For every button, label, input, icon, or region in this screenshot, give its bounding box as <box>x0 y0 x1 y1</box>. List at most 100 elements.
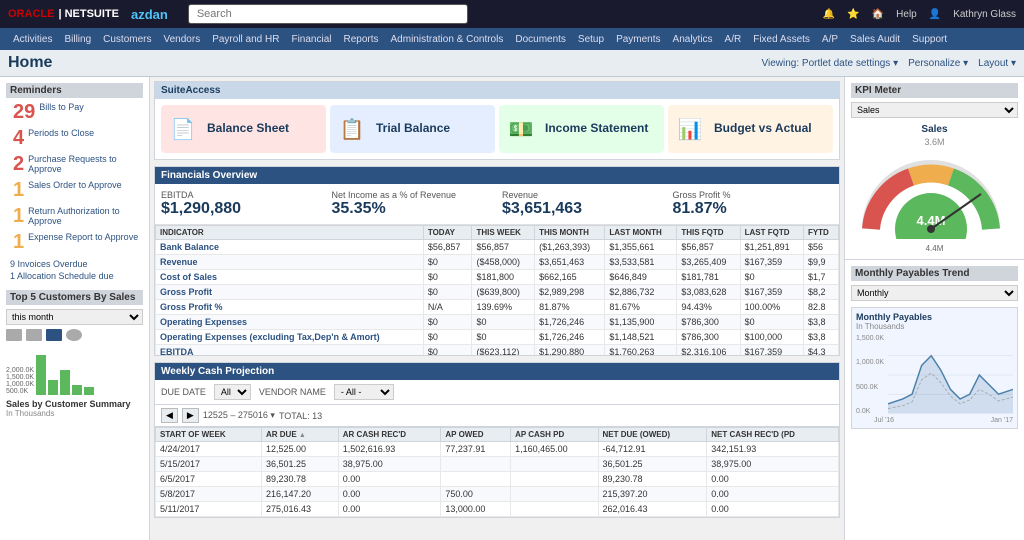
center-area: SuiteAccess 📄 Balance Sheet 📋 Trial Bala… <box>150 77 844 540</box>
table-cell: $0 <box>423 345 472 356</box>
reminder-periods-number: 4 <box>13 128 24 148</box>
oracle-logo: ORACLE <box>8 8 54 20</box>
reminder-bills-label[interactable]: Bills to Pay <box>39 102 143 112</box>
reminder-return-label[interactable]: Return Authorization to Approve <box>28 206 143 226</box>
allocation-due[interactable]: 1 Allocation Schedule due <box>6 270 143 282</box>
viewing-portlet[interactable]: Viewing: Portlet date settings ▾ <box>762 58 899 69</box>
table-cell: $786,300 <box>677 330 740 345</box>
right-panel: KPI Meter Sales Sales 3.6M 4.4M <box>844 77 1024 540</box>
nav-ar[interactable]: A/R <box>720 32 747 47</box>
line-chart-icon[interactable] <box>6 329 22 341</box>
nav-support[interactable]: Support <box>907 32 952 47</box>
table-cell: 36,501.25 <box>262 457 339 472</box>
table-cell: $4,3 <box>803 345 838 356</box>
table-row: Operating Expenses (excluding Tax,Dep'n … <box>156 330 839 345</box>
table-cell: 216,147.20 <box>262 487 339 502</box>
table-cell: $1,290,880 <box>535 345 605 356</box>
income-statement-label: Income Statement <box>545 121 648 137</box>
nav-billing[interactable]: Billing <box>59 32 96 47</box>
th-indicator: INDICATOR <box>156 226 424 240</box>
prev-btn[interactable]: ◀ <box>161 408 178 423</box>
reminder-purchase-label[interactable]: Purchase Requests to Approve <box>28 154 143 174</box>
top5-title: Top 5 Customers By Sales <box>6 290 143 305</box>
table-cell: $0 <box>423 255 472 270</box>
reminder-expense-label[interactable]: Expense Report to Approve <box>28 232 143 242</box>
nav-analytics[interactable]: Analytics <box>668 32 718 47</box>
home-icon[interactable]: 🏠 <box>872 9 884 20</box>
income-statement-card[interactable]: 💵 Income Statement <box>499 105 664 153</box>
star-icon[interactable]: ⭐ <box>847 9 859 20</box>
reminder-sales: 1 Sales Order to Approve <box>6 180 143 200</box>
trial-balance-card[interactable]: 📋 Trial Balance <box>330 105 495 153</box>
reminder-periods: 4 Periods to Close <box>6 128 143 148</box>
payables-section: Monthly Payables Trend Monthly Monthly P… <box>845 260 1024 435</box>
search-input[interactable] <box>188 4 468 24</box>
nav-admin[interactable]: Administration & Controls <box>386 32 509 47</box>
nav-vendors[interactable]: Vendors <box>159 32 206 47</box>
area-chart-icon[interactable] <box>26 329 42 341</box>
reminders-title: Reminders <box>6 83 143 98</box>
suite-access-body: 📄 Balance Sheet 📋 Trial Balance 💵 Income… <box>155 99 839 159</box>
table-cell <box>441 472 511 487</box>
kpi-revenue-label: Revenue <box>502 190 663 200</box>
chart-sub: In Thousands <box>6 409 143 418</box>
layout-btn[interactable]: Layout ▾ <box>978 58 1016 69</box>
nav-setup[interactable]: Setup <box>573 32 609 47</box>
help-icon[interactable]: 🔔 <box>823 9 835 20</box>
table-cell: 750.00 <box>441 487 511 502</box>
nav-sales-audit[interactable]: Sales Audit <box>845 32 905 47</box>
vendor-name-select[interactable]: - All - <box>334 384 394 400</box>
nav-payments[interactable]: Payments <box>611 32 665 47</box>
table-cell: Gross Profit <box>156 285 424 300</box>
nav-payroll[interactable]: Payroll and HR <box>207 32 284 47</box>
table-cell: $2,886,732 <box>605 285 677 300</box>
nav-customers[interactable]: Customers <box>98 32 156 47</box>
gauge-label: Sales <box>851 124 1018 135</box>
wc-table: START OF WEEK AR DUE ▲ AR CASH REC'D AP … <box>155 427 839 517</box>
reminder-periods-label[interactable]: Periods to Close <box>28 128 143 138</box>
wc-pagination: ◀ ▶ 12525 – 275016 ▾ TOTAL: 13 <box>155 405 839 427</box>
reminder-purchase: 2 Purchase Requests to Approve <box>6 154 143 174</box>
table-cell: 77,237.91 <box>441 442 511 457</box>
table-cell: $181,800 <box>472 270 535 285</box>
table-cell: 0.00 <box>338 487 441 502</box>
table-cell: $56,857 <box>472 240 535 255</box>
pagination-range: 12525 – 275016 ▾ <box>203 410 275 421</box>
next-btn[interactable]: ▶ <box>182 408 199 423</box>
table-cell: $167,359 <box>740 255 803 270</box>
balance-sheet-card[interactable]: 📄 Balance Sheet <box>161 105 326 153</box>
nav-documents[interactable]: Documents <box>510 32 571 47</box>
top5-period-select[interactable]: this month <box>6 309 143 325</box>
table-cell: Gross Profit % <box>156 300 424 315</box>
nav-ap[interactable]: A/P <box>817 32 843 47</box>
help-link[interactable]: Help <box>896 9 917 20</box>
reminder-sales-label[interactable]: Sales Order to Approve <box>28 180 143 190</box>
nav-fixed-assets[interactable]: Fixed Assets <box>748 32 815 47</box>
top-right-area: 🔔 ⭐ 🏠 Help 👤 Kathryn Glass <box>823 9 1016 20</box>
search-bar[interactable] <box>188 4 468 24</box>
pie-chart-icon[interactable] <box>66 329 82 341</box>
logo-area: ORACLE | NETSUITE azdan <box>8 7 168 22</box>
table-cell: $3,651,463 <box>535 255 605 270</box>
table-cell: ($458,000) <box>472 255 535 270</box>
kpi-revenue: Revenue $3,651,463 <box>502 190 663 218</box>
table-cell: 6/5/2017 <box>156 472 262 487</box>
nav-activities[interactable]: Activities <box>8 32 57 47</box>
table-cell: $662,165 <box>535 270 605 285</box>
invoices-overdue[interactable]: 9 Invoices Overdue <box>6 258 143 270</box>
personalize-btn[interactable]: Personalize ▾ <box>908 58 968 69</box>
nav-reports[interactable]: Reports <box>339 32 384 47</box>
bar-chart-icon[interactable] <box>46 329 62 341</box>
th-this-month: THIS MONTH <box>535 226 605 240</box>
kpi-revenue-value: $3,651,463 <box>502 200 663 218</box>
nav-financial[interactable]: Financial <box>286 32 336 47</box>
main-layout: Reminders 29 Bills to Pay 4 Periods to C… <box>0 77 1024 540</box>
kpi-meter-select[interactable]: Sales <box>851 102 1018 118</box>
budget-actual-card[interactable]: 📊 Budget vs Actual <box>668 105 833 153</box>
due-date-select[interactable]: All <box>214 384 251 400</box>
reminder-bills: 29 Bills to Pay <box>6 102 143 122</box>
payables-chart: Monthly Payables In Thousands 1,500.0K 1… <box>851 307 1018 429</box>
payables-period-select[interactable]: Monthly <box>851 285 1018 301</box>
table-cell: 139.69% <box>472 300 535 315</box>
wc-th-net-due: NET DUE (OWED) <box>598 428 707 442</box>
